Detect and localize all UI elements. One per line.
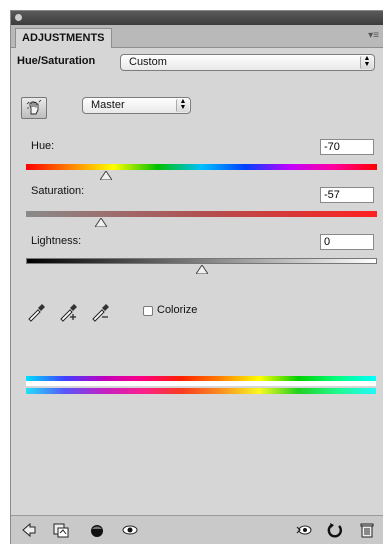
eyedropper-subtract-icon[interactable] — [90, 300, 112, 322]
clip-to-layer-icon[interactable] — [53, 522, 69, 538]
result-color-bar — [26, 388, 376, 394]
lightness-slider-track[interactable] — [26, 258, 377, 264]
reset-icon[interactable] — [327, 522, 343, 538]
panel-menu-icon[interactable]: ▾≡ — [368, 31, 379, 41]
hue-label: Hue: — [31, 140, 55, 152]
adjustment-type-label: Hue/Saturation — [17, 55, 96, 67]
channel-value: Master — [91, 99, 125, 111]
hue-slider-thumb[interactable] — [100, 171, 112, 180]
trash-icon[interactable] — [359, 522, 375, 538]
colorize-checkbox[interactable] — [143, 306, 153, 316]
lightness-slider-thumb[interactable] — [196, 265, 208, 274]
preset-value: Custom — [129, 56, 167, 68]
updown-arrows-icon: ▲ ▼ — [176, 98, 189, 112]
view-previous-icon[interactable] — [296, 522, 312, 538]
saturation-label: Saturation: — [31, 185, 85, 197]
saturation-slider-track[interactable] — [26, 211, 377, 217]
tab-adjustments[interactable]: ADJUSTMENTS — [15, 28, 112, 48]
close-dot-icon[interactable] — [15, 14, 22, 21]
updown-arrows-icon: ▲ ▼ — [360, 55, 373, 69]
hue-field[interactable]: -70 — [320, 139, 374, 155]
hand-icon — [26, 100, 42, 115]
back-arrow-icon[interactable] — [21, 522, 37, 538]
panel-titlebar[interactable] — [11, 11, 383, 25]
eyedropper-icon[interactable] — [26, 300, 48, 322]
adjustments-panel: ADJUSTMENTS ▾≡ Hue/Saturation Custom ▲ ▼ … — [10, 10, 383, 544]
saturation-slider-thumb[interactable] — [95, 218, 107, 227]
bottom-toolbar — [11, 515, 383, 544]
saturation-field[interactable]: -57 — [320, 187, 374, 203]
preset-select[interactable]: Custom ▲ ▼ — [120, 54, 375, 71]
targeted-adjustment-button[interactable] — [21, 97, 47, 119]
channel-select[interactable]: Master ▲ ▼ — [82, 97, 191, 114]
eye-icon[interactable] — [122, 522, 138, 538]
eyedropper-add-icon[interactable] — [58, 300, 80, 322]
lightness-label: Lightness: — [31, 235, 82, 247]
layer-visibility-circle-icon[interactable] — [89, 522, 105, 538]
colorize-label: Colorize — [157, 304, 198, 316]
lightness-field[interactable]: 0 — [320, 234, 374, 250]
tab-row: ADJUSTMENTS ▾≡ — [11, 25, 383, 48]
hue-slider-track[interactable] — [26, 164, 377, 170]
color-bar-divider — [26, 381, 376, 386]
